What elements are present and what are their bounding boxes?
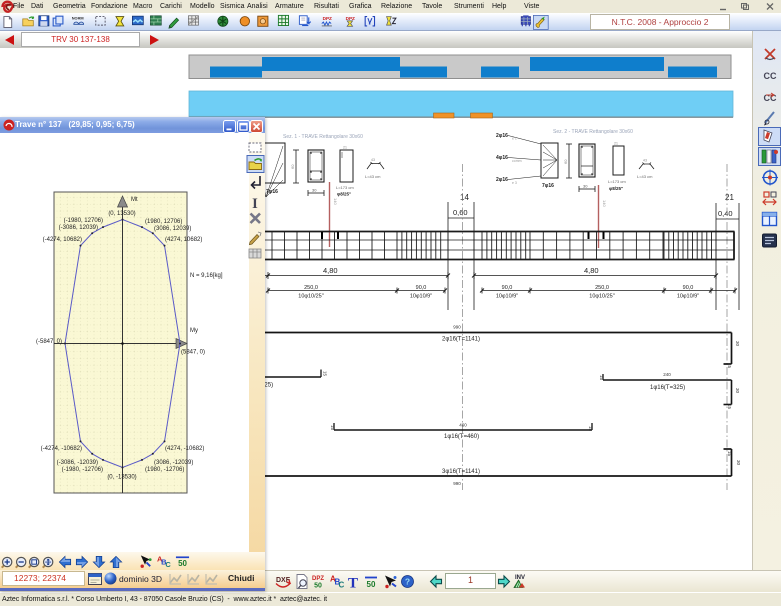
svg-text:(-1980, -12706): (-1980, -12706)	[62, 467, 103, 473]
svg-text:DPZ: DPZ	[323, 16, 332, 21]
svg-text:140: 140	[333, 198, 338, 205]
svg-text:15: 15	[727, 363, 732, 369]
svg-text:(-4274, 10682): (-4274, 10682)	[43, 237, 82, 243]
svg-text:14: 14	[460, 193, 469, 202]
svg-text:15: 15	[727, 404, 732, 410]
svg-text:60: 60	[290, 164, 295, 169]
svg-text:50: 50	[314, 583, 322, 590]
svg-text:L=173 cm: L=173 cm	[336, 185, 354, 190]
svg-text:60: 60	[563, 159, 568, 164]
svg-text:30: 30	[583, 184, 588, 189]
svg-text:N = 9,16[kg]: N = 9,16[kg]	[190, 273, 223, 279]
svg-text:Sez. 1 - TRAVE Rettangolare 30: Sez. 1 - TRAVE Rettangolare 30x60	[283, 134, 363, 140]
svg-text:(-3086, 12039): (-3086, 12039)	[59, 225, 98, 231]
svg-text:10φ10/25": 10φ10/25"	[589, 294, 614, 300]
svg-text:(4274, -10682): (4274, -10682)	[165, 446, 204, 452]
svg-text:2φ16(T=1141): 2φ16(T=1141)	[442, 337, 480, 343]
svg-text:e 1: e 1	[512, 137, 517, 141]
svg-text:990: 990	[453, 481, 461, 486]
svg-text:L=43 cm: L=43 cm	[365, 174, 381, 179]
svg-text:0,60: 0,60	[453, 208, 468, 217]
svg-text:7φ16: 7φ16	[266, 189, 278, 195]
svg-text:21: 21	[725, 193, 734, 202]
svg-text:10φ10/9": 10φ10/9"	[496, 294, 518, 300]
svg-text:C: C	[165, 560, 171, 569]
svg-text:15: 15	[330, 425, 335, 431]
svg-text:C: C	[339, 581, 345, 590]
svg-text:7φ16: 7φ16	[542, 183, 554, 189]
svg-text:T: T	[348, 576, 358, 591]
svg-text:30: 30	[735, 388, 740, 394]
svg-text:(3086, 12039): (3086, 12039)	[154, 226, 191, 232]
svg-text:L=173 cm: L=173 cm	[608, 179, 626, 184]
svg-text:1φ16(T=325): 1φ16(T=325)	[650, 385, 685, 391]
svg-text:(1980, -12706): (1980, -12706)	[145, 467, 184, 473]
svg-text:21: 21	[614, 142, 618, 146]
svg-text:4φ16: 4φ16	[496, 155, 508, 161]
svg-text:NORM: NORM	[72, 16, 84, 21]
svg-text:(0, -13530): (0, -13530)	[107, 475, 136, 481]
svg-text:(-5847, 0): (-5847, 0)	[36, 339, 62, 345]
svg-text:990: 990	[453, 325, 461, 330]
svg-text:15: 15	[323, 371, 328, 377]
svg-text:21: 21	[343, 146, 347, 150]
svg-text:1φ16(T=460): 1φ16(T=460)	[444, 434, 479, 440]
svg-text:(4274, 10682): (4274, 10682)	[165, 237, 202, 243]
svg-text:(1980, 12706): (1980, 12706)	[145, 219, 182, 225]
svg-text:(0, 13530): (0, 13530)	[108, 211, 135, 217]
svg-text:10φ10/9": 10φ10/9"	[677, 294, 699, 300]
svg-text:3φ16(T=1141): 3φ16(T=1141)	[442, 469, 480, 475]
svg-text:CC: CC	[764, 71, 777, 81]
svg-text:?: ?	[405, 577, 410, 587]
svg-text:(-3086, -12039): (-3086, -12039)	[57, 460, 98, 466]
svg-text:250,0: 250,0	[595, 285, 609, 291]
svg-text:φ8/25": φ8/25"	[337, 192, 351, 197]
svg-text:My: My	[190, 328, 198, 334]
svg-text:460: 460	[459, 423, 467, 428]
svg-text:250,0: 250,0	[304, 285, 318, 291]
svg-text:0,40: 0,40	[718, 209, 733, 218]
svg-text:50: 50	[178, 559, 187, 568]
svg-text:INV: INV	[515, 575, 525, 581]
svg-text:43: 43	[371, 158, 375, 162]
svg-text:90,0: 90,0	[683, 285, 694, 291]
svg-text:30: 30	[735, 341, 740, 347]
svg-text:15: 15	[588, 426, 593, 432]
svg-text:30: 30	[736, 460, 741, 466]
svg-text:50: 50	[367, 580, 376, 589]
svg-text:4,80: 4,80	[323, 266, 338, 275]
svg-text:DPZ: DPZ	[346, 16, 355, 21]
svg-text:240: 240	[663, 372, 671, 377]
svg-text:(3086, -12039): (3086, -12039)	[154, 460, 193, 466]
svg-text:(-4274, -10682): (-4274, -10682)	[41, 446, 82, 452]
svg-text:90,0: 90,0	[502, 285, 513, 291]
svg-text:2φ16: 2φ16	[496, 133, 508, 139]
svg-text:140: 140	[602, 200, 607, 207]
svg-text:DPZ: DPZ	[312, 576, 324, 582]
svg-text:L=43 cm: L=43 cm	[637, 174, 653, 179]
svg-text:comm: comm	[512, 159, 522, 163]
svg-text:30: 30	[312, 188, 317, 193]
svg-text:Sez. 2 - TRAVE Rettangolare 30: Sez. 2 - TRAVE Rettangolare 30x60	[553, 129, 633, 135]
svg-text:(5847, 0): (5847, 0)	[181, 350, 205, 356]
svg-text:(-1980, 12706): (-1980, 12706)	[64, 218, 103, 224]
svg-text:90,0: 90,0	[416, 285, 427, 291]
svg-text:4,80: 4,80	[584, 266, 599, 275]
svg-text:2φ16: 2φ16	[496, 177, 508, 183]
svg-text:43: 43	[643, 159, 647, 163]
svg-text:10φ10/9": 10φ10/9"	[410, 294, 432, 300]
svg-text:Mt: Mt	[131, 197, 138, 203]
svg-text:15: 15	[599, 375, 604, 381]
svg-text:15: 15	[727, 451, 732, 457]
svg-text:e 3: e 3	[512, 181, 517, 185]
svg-text:10φ10/25": 10φ10/25"	[298, 294, 323, 300]
svg-text:φ8/25": φ8/25"	[609, 186, 623, 191]
